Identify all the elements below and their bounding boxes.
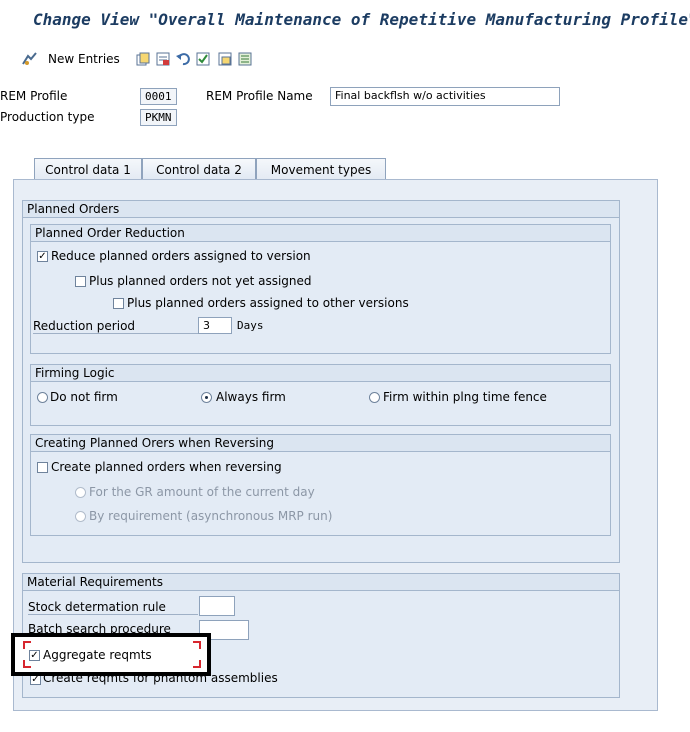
firm-within-fence-radio[interactable] <box>369 392 380 403</box>
select-block-icon[interactable] <box>218 52 232 69</box>
planned-orders-title: Planned Orders <box>23 201 619 218</box>
reduce-assigned-checkbox[interactable]: ✓ <box>37 251 48 262</box>
reduction-period-label: Reduction period <box>33 319 198 334</box>
select-all-icon[interactable] <box>196 52 210 69</box>
tab-control-data-1[interactable]: Control data 1 <box>34 158 142 180</box>
new-entries-label: New Entries <box>48 52 120 66</box>
by-requirement-radio <box>75 511 86 522</box>
title-bar: Change View "Overall Maintenance of Repe… <box>0 0 690 41</box>
copy-icon[interactable] <box>136 52 150 69</box>
reduce-assigned-label: Reduce planned orders assigned to versio… <box>51 249 311 263</box>
rem-profile-name-label: REM Profile Name <box>206 89 313 103</box>
firm-within-fence-label: Firm within plng time fence <box>383 390 547 404</box>
production-type-label: Production type <box>0 110 95 124</box>
reversing-title: Creating Planned Orers when Reversing <box>31 435 610 452</box>
plus-other-versions-checkbox[interactable] <box>113 298 124 309</box>
production-type-field: PKMN <box>140 109 177 126</box>
corner-mark-br <box>193 660 201 668</box>
corner-mark-tr <box>193 641 201 649</box>
rem-profile-label: REM Profile <box>0 89 68 103</box>
reduction-period-unit: Days <box>237 319 264 332</box>
plus-not-assigned-checkbox[interactable] <box>75 276 86 287</box>
material-requirements-title: Material Requirements <box>23 574 619 591</box>
stock-rule-label: Stock determation rule <box>28 600 198 615</box>
do-not-firm-radio[interactable] <box>37 392 48 403</box>
plus-not-assigned-label: Plus planned orders not yet assigned <box>89 274 312 288</box>
aggregate-reqmts-label: Aggregate reqmts <box>43 648 152 662</box>
tab-movement-types[interactable]: Movement types <box>256 158 386 180</box>
plus-other-versions-label: Plus planned orders assigned to other ve… <box>127 296 409 310</box>
application-toolbar: New Entries <box>0 40 690 78</box>
create-when-reversing-checkbox[interactable] <box>37 462 48 473</box>
reduction-title: Planned Order Reduction <box>31 225 610 242</box>
gr-amount-radio <box>75 487 86 498</box>
deselect-all-icon[interactable] <box>238 52 252 69</box>
do-not-firm-label: Do not firm <box>50 390 118 404</box>
aggregate-reqmts-checkbox[interactable]: ✓ <box>29 650 40 661</box>
create-when-reversing-label: Create planned orders when reversing <box>51 460 282 474</box>
rem-profile-field: 0001 <box>140 88 177 105</box>
delete-icon[interactable] <box>156 52 170 69</box>
corner-mark-bl <box>23 660 31 668</box>
always-firm-radio[interactable] <box>201 392 212 403</box>
gr-amount-label: For the GR amount of the current day <box>89 485 315 499</box>
corner-mark-tl <box>23 641 31 649</box>
by-requirement-label: By requirement (asynchronous MRP run) <box>89 509 333 523</box>
new-entries-button[interactable]: New Entries <box>22 50 120 68</box>
always-firm-label: Always firm <box>216 390 286 404</box>
reduction-period-field[interactable]: 3 <box>198 317 232 334</box>
undo-icon[interactable] <box>176 52 190 69</box>
stock-rule-field[interactable] <box>199 596 235 616</box>
rem-profile-name-field[interactable]: Final backflsh w/o activities <box>330 87 560 106</box>
firming-logic-title: Firming Logic <box>31 365 610 382</box>
tab-control-data-2[interactable]: Control data 2 <box>142 158 256 180</box>
page-title: Change View "Overall Maintenance of Repe… <box>33 10 690 29</box>
change-display-icon <box>22 52 38 66</box>
reduction-group: Planned Order Reduction <box>30 224 611 354</box>
